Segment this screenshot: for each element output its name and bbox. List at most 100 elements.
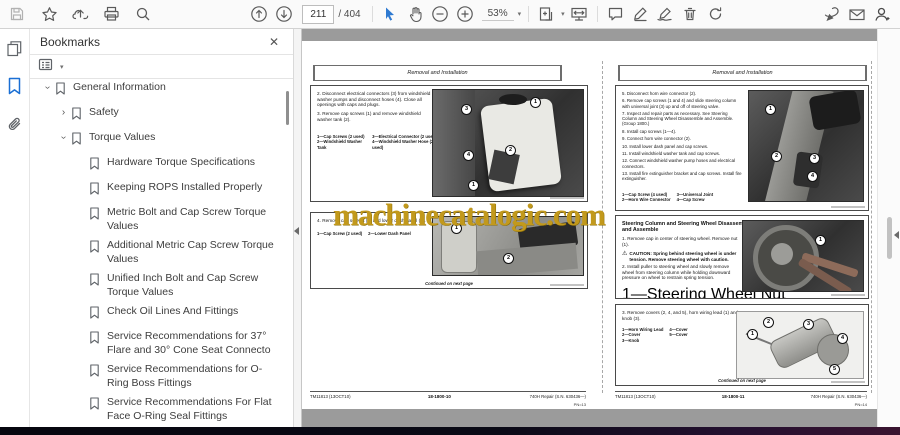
rotate-icon[interactable] xyxy=(703,2,728,26)
close-icon[interactable]: ✕ xyxy=(265,33,283,51)
bookmark-item-label: Hardware Torque Specifications xyxy=(107,156,256,168)
bookmark-item-label: Service Recommendations for O-Ring Boss … xyxy=(107,363,263,389)
photo-shape xyxy=(499,94,527,105)
callout-number: 1 xyxy=(765,104,776,115)
hand-tool-icon[interactable] xyxy=(403,2,428,26)
save-icon[interactable] xyxy=(4,2,29,26)
bookmark-icon xyxy=(89,397,100,415)
continued-note: Continued on next page xyxy=(425,281,473,286)
procedure-step: 5. Disconnect horn wire connector (2). xyxy=(622,91,697,96)
bookmark-options-caret-icon[interactable]: ▾ xyxy=(60,63,64,71)
photo-credit-mark xyxy=(831,294,865,296)
steering-column-diagram: 2 3 1 4 5 xyxy=(736,311,864,379)
procedure-step: 1. Remove cap in center of steering whee… xyxy=(622,236,738,247)
bookmark-icon xyxy=(89,331,100,349)
share-upload-icon[interactable] xyxy=(68,2,93,26)
legend-column: 1—Cap Screw (4 used) 2—Horn Wire Connecto… xyxy=(622,192,671,203)
right-page-footer: TM11813 (13OCT10) 18-1800-11 740H Repair… xyxy=(615,391,867,407)
sidebar-scrollbar-thumb[interactable] xyxy=(286,91,289,125)
print-icon[interactable] xyxy=(99,2,124,26)
bookmark-options-icon[interactable] xyxy=(38,57,56,77)
right-page-section-3: 3. Remove covers (2, 4, and 5), horn wir… xyxy=(615,304,869,386)
zoom-caret-icon[interactable]: ▾ xyxy=(518,10,522,18)
star-icon[interactable] xyxy=(37,2,62,26)
bookmark-item[interactable]: Torque Values xyxy=(30,128,293,153)
highlight-icon[interactable] xyxy=(628,2,653,26)
chevron-icon[interactable] xyxy=(57,132,70,143)
page-thumbnails-icon[interactable] xyxy=(4,37,26,59)
bookmark-item-label: Additional Metric Cap Screw Torque Value… xyxy=(107,239,274,265)
callout-number: 3 xyxy=(809,153,820,164)
email-icon[interactable] xyxy=(844,2,869,26)
bookmark-item[interactable]: Service Recommendations for 37° Flare an… xyxy=(30,327,293,360)
photo-shape xyxy=(771,243,793,265)
panel-divider[interactable] xyxy=(293,29,302,427)
model-label: 740H Repair (S.N. 630436—) xyxy=(529,394,586,399)
collapse-sidebar-icon[interactable] xyxy=(294,227,299,235)
photo-shape xyxy=(476,242,578,275)
legend-entry: 3—Knob xyxy=(622,337,640,343)
bookmarks-panel-icon[interactable] xyxy=(4,75,26,97)
comment-icon[interactable] xyxy=(603,2,628,26)
bookmark-item-label: Safety xyxy=(89,106,119,118)
bookmark-item[interactable]: Hardware Torque Specifications xyxy=(30,153,293,178)
legend-column: 3—Universal Joint 4—Cap Screw xyxy=(677,192,714,203)
zoom-level-value[interactable]: 53% xyxy=(481,8,514,21)
callout-number: 1 xyxy=(468,180,479,191)
fit-caret-icon[interactable]: ▾ xyxy=(561,10,565,18)
collapse-tools-pane-icon[interactable] xyxy=(894,231,899,239)
bookmark-item[interactable]: Service Recommendations For Flat Face O-… xyxy=(30,393,293,426)
document-background-top xyxy=(300,29,877,41)
pn-label: PN=13 xyxy=(573,402,586,407)
photo-credit-mark xyxy=(831,206,865,208)
account-icon[interactable] xyxy=(869,2,894,26)
document-background-bottom xyxy=(300,409,877,427)
callout-number: 4 xyxy=(837,333,848,344)
bookmarks-panel: Bookmarks ✕ ▾ General Information Saf xyxy=(30,29,293,427)
document-viewport[interactable]: Removal and Installation 2. Disconnect e… xyxy=(300,29,900,427)
fit-page-icon[interactable] xyxy=(534,2,559,26)
procedure-step: 2. Disconnect electrical connectors (3) … xyxy=(317,91,431,108)
chevron-icon[interactable] xyxy=(58,106,69,119)
zoom-out-icon[interactable] xyxy=(428,2,453,26)
taskbar[interactable] xyxy=(0,427,900,435)
steering-wheel-photo: 1 xyxy=(742,220,864,292)
legend-entry: 2—Windshield Washer Tank xyxy=(317,139,362,150)
right-page-section-1: 5. Disconnect horn wire connector (2). 6.… xyxy=(615,85,869,211)
callout-number: 3 xyxy=(461,104,472,115)
bookmark-item[interactable]: Safety xyxy=(30,103,293,128)
sign-icon[interactable] xyxy=(653,2,678,26)
bookmark-item[interactable]: Service Recommendations for O-Ring Boss … xyxy=(30,360,293,393)
bookmark-item-label: Torque Values xyxy=(89,131,156,143)
bookmark-item[interactable]: Check Oil Lines And Fittings xyxy=(30,302,293,327)
search-icon[interactable] xyxy=(130,2,155,26)
fill-sign-icon[interactable] xyxy=(819,2,844,26)
callout-number: 4 xyxy=(807,171,818,182)
washer-tank-photo: 1 3 4 2 1 xyxy=(432,89,584,197)
bookmark-item[interactable]: Keeping ROPS Installed Properly xyxy=(30,178,293,203)
bookmark-item-label: Keeping ROPS Installed Properly xyxy=(107,181,263,193)
page-number-input[interactable] xyxy=(302,4,335,24)
bookmark-item[interactable]: General Information xyxy=(30,78,293,103)
model-label: 740H Repair (S.N. 630436—) xyxy=(810,394,867,399)
procedure-steps: 2. Disconnect electrical connectors (3) … xyxy=(317,91,435,126)
previous-page-icon[interactable] xyxy=(246,2,271,26)
callout-number: 1 xyxy=(747,329,758,340)
trash-icon[interactable] xyxy=(678,2,703,26)
callout-number: 2 xyxy=(771,151,782,162)
document-scrollbar[interactable] xyxy=(877,29,900,427)
page-total-label: / 404 xyxy=(338,8,361,20)
bookmark-item[interactable]: Unified Inch Bolt and Cap Screw Torque V… xyxy=(30,269,293,302)
zoom-in-icon[interactable] xyxy=(453,2,478,26)
chevron-icon[interactable] xyxy=(41,82,54,93)
scrollbar-thumb[interactable] xyxy=(887,217,892,259)
bookmark-item-label: Check Oil Lines And Fittings xyxy=(107,305,239,317)
left-page-running-header: Removal and Installation xyxy=(313,65,562,81)
next-page-icon[interactable] xyxy=(271,2,296,26)
legend-column: 3—Electrical Connector (2 used) 4—Windshi… xyxy=(372,134,437,150)
attachments-icon[interactable] xyxy=(4,113,26,135)
fit-width-icon[interactable] xyxy=(567,2,592,26)
select-tool-icon[interactable] xyxy=(378,2,403,26)
bookmark-item[interactable]: Additional Metric Cap Screw Torque Value… xyxy=(30,236,293,269)
bookmark-item[interactable]: Metric Bolt and Cap Screw Torque Values xyxy=(30,203,293,236)
